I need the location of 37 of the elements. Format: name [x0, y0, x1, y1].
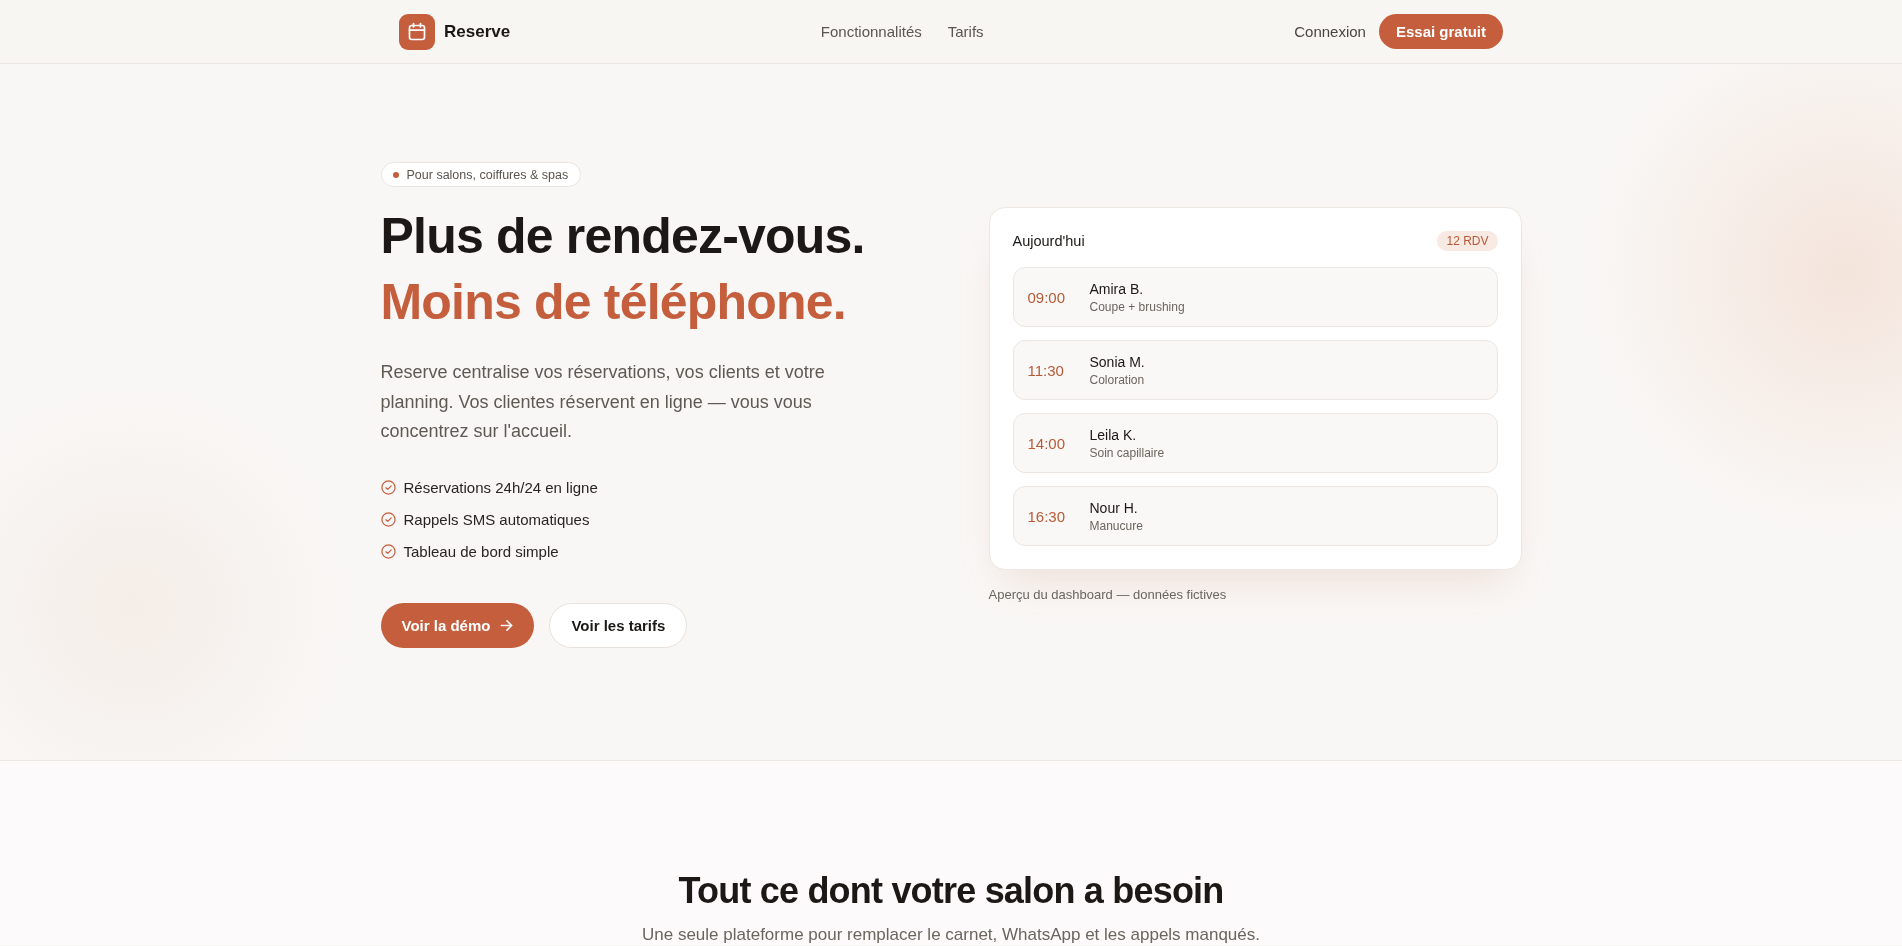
check-circle-icon: [380, 544, 396, 559]
client-name: Leila K.: [1089, 426, 1137, 443]
service-name: Coloration: [1089, 372, 1145, 387]
nav-link[interactable]: Fonctionnalités: [820, 23, 922, 40]
calendar-icon[interactable]: [399, 13, 435, 50]
appointment-time: 11:30: [1027, 361, 1065, 379]
check-circle-icon: [380, 480, 396, 495]
schedule-title: Aujourd'hui: [1012, 233, 1085, 250]
client-name: Nour H.: [1089, 499, 1138, 516]
appointment-time: 14:00: [1027, 434, 1067, 452]
feature-label: Rappels SMS automatiques: [403, 511, 590, 528]
service-name: Soin capillaire: [1089, 445, 1165, 460]
free-trial-button[interactable]: Essai gratuit: [1378, 14, 1503, 49]
features-subtitle: Une seule plateforme pour remplacer le carnet, WhatsApp et les appels manqués.: [642, 924, 1260, 945]
feature-label: Tableau de bord simple: [403, 543, 559, 560]
audience-label: Pour salons, coiffures & spas: [406, 167, 569, 182]
pricing-button[interactable]: Voir les tarifs: [549, 602, 688, 648]
demo-button[interactable]: Voir la démo: [380, 602, 535, 648]
hero-heading: Moins de téléphone.: [380, 273, 846, 332]
appointment-time: 16:30: [1027, 507, 1067, 525]
service-name: Manucure: [1089, 518, 1143, 533]
preview-caption: Aperçu du dashboard — données fictives: [988, 587, 1227, 603]
nav-link[interactable]: Tarifs: [947, 23, 984, 40]
login-link[interactable]: Connexion: [1294, 23, 1366, 40]
hero-description: Reserve centralise vos réservations, vos clients et votre planning. Vos clientes réservent en ligne — vous vous concentrez sur l'accueil.: [380, 361, 826, 443]
feature-label: Réservations 24h/24 en ligne: [403, 479, 598, 496]
arrow-right-icon: [500, 618, 514, 632]
client-name: Sonia M.: [1089, 353, 1145, 370]
dot-icon: [392, 171, 399, 178]
count-badge: 12 RDV: [1437, 231, 1498, 252]
check-circle-icon: [380, 512, 396, 527]
hero-heading: Plus de rendez-vous.: [380, 207, 865, 266]
client-name: Amira B.: [1089, 280, 1144, 297]
brand-name[interactable]: Reserve: [444, 21, 511, 42]
appointment-time: 09:00: [1027, 288, 1067, 306]
service-name: Coupe + brushing: [1089, 299, 1185, 314]
features-heading: Tout ce dont votre salon a besoin: [678, 868, 1224, 913]
